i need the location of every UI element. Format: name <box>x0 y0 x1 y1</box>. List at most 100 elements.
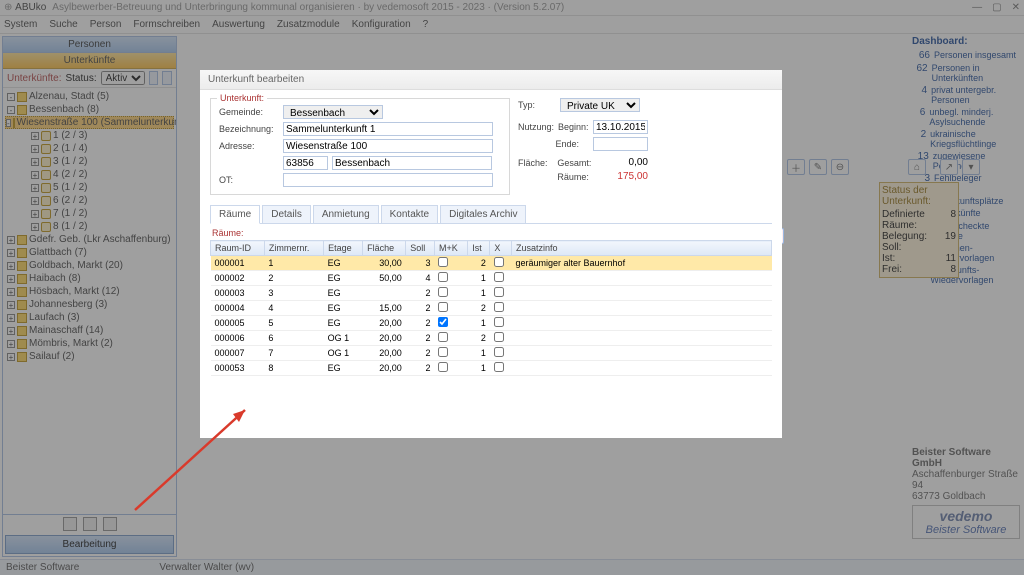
tree-row[interactable]: +Johannesberg (3) <box>5 298 174 311</box>
rooms-row[interactable]: 0000033EG21 <box>211 286 772 301</box>
tree-row[interactable]: +5 (1 / 2) <box>5 181 174 194</box>
ende-input[interactable] <box>593 137 648 151</box>
home-button[interactable]: ⌂ <box>908 159 926 175</box>
tree-row[interactable]: +3 (1 / 2) <box>5 155 174 168</box>
mk-checkbox[interactable] <box>438 302 448 312</box>
tree-row[interactable]: +Sailauf (2) <box>5 350 174 363</box>
expand-all-button[interactable] <box>149 71 159 85</box>
dashboard-item[interactable]: 4privat untergebr. Personen <box>912 85 1020 105</box>
plz-input[interactable] <box>283 156 328 170</box>
rooms-col[interactable]: Fläche <box>363 241 406 256</box>
tab-digitales-archiv[interactable]: Digitales Archiv <box>440 205 526 223</box>
rooms-col[interactable]: M+K <box>434 241 467 256</box>
persons-header[interactable]: Personen <box>3 37 176 53</box>
tab-details[interactable]: Details <box>262 205 311 223</box>
tab-räume[interactable]: Räume <box>210 205 260 224</box>
tree-row[interactable]: -Wiesenstraße 100 (Sammelunterkunft 1)… <box>5 116 174 129</box>
external-button[interactable]: ↗ <box>940 159 958 175</box>
tree-row[interactable]: +Goldbach, Markt (20) <box>5 259 174 272</box>
gesamt-label: Gesamt: <box>557 158 592 168</box>
rooms-col[interactable]: Soll <box>406 241 435 256</box>
tree-action1-button[interactable] <box>63 517 77 531</box>
etagen-edit-button[interactable]: ✎ <box>809 159 827 175</box>
menu-auswertung[interactable]: Auswertung <box>212 19 265 30</box>
window-minimize-button[interactable]: — <box>972 2 982 13</box>
status-select[interactable]: Aktiv <box>101 71 145 85</box>
tree-row[interactable]: -Alzenau, Stadt (5) <box>5 90 174 103</box>
tree-row[interactable]: +Mainaschaff (14) <box>5 324 174 337</box>
mk-checkbox[interactable] <box>438 347 448 357</box>
menu-?[interactable]: ? <box>423 19 429 30</box>
x-checkbox[interactable] <box>494 287 504 297</box>
tree-action2-button[interactable] <box>83 517 97 531</box>
mk-checkbox[interactable] <box>438 332 448 342</box>
rooms-col[interactable]: Raum-ID <box>211 241 265 256</box>
tree-row[interactable]: +Gdefr. Geb. (Lkr Aschaffenburg) <box>5 233 174 246</box>
rooms-col[interactable]: X <box>490 241 512 256</box>
etagen-delete-button[interactable]: ⊖ <box>831 159 849 175</box>
tree-row[interactable]: +Haibach (8) <box>5 272 174 285</box>
mk-checkbox[interactable] <box>438 362 448 372</box>
rooms-row[interactable]: 0000022EG50,0041 <box>211 271 772 286</box>
x-checkbox[interactable] <box>494 362 504 372</box>
tree-row[interactable]: +7 (1 / 2) <box>5 207 174 220</box>
dashboard-item[interactable]: 66Personen insgesamt <box>912 50 1020 61</box>
rooms-col[interactable]: Zimmernr. <box>264 241 323 256</box>
ort-input[interactable] <box>332 156 492 170</box>
rooms-row[interactable]: 0000011EG30,0032geräumiger alter Bauernh… <box>211 256 772 271</box>
window-maximize-button[interactable]: ▢ <box>992 2 1001 13</box>
tab-anmietung[interactable]: Anmietung <box>313 205 379 223</box>
ot-input[interactable] <box>283 173 493 187</box>
tree-row[interactable]: +Mömbris, Markt (2) <box>5 337 174 350</box>
x-checkbox[interactable] <box>494 302 504 312</box>
menu-formschreiben[interactable]: Formschreiben <box>133 19 200 30</box>
menu-suche[interactable]: Suche <box>49 19 77 30</box>
tree-row[interactable]: +Hösbach, Markt (12) <box>5 285 174 298</box>
mk-checkbox[interactable] <box>438 272 448 282</box>
menu-system[interactable]: System <box>4 19 37 30</box>
mk-checkbox[interactable] <box>438 257 448 267</box>
accommodations-header[interactable]: Unterkünfte <box>3 53 176 69</box>
rooms-col[interactable]: Etage <box>324 241 363 256</box>
mk-checkbox[interactable] <box>438 317 448 327</box>
collapse-all-button[interactable] <box>162 71 172 85</box>
rooms-row[interactable]: 0000044EG15,0022 <box>211 301 772 316</box>
window-close-button[interactable]: ✕ <box>1012 2 1020 13</box>
rooms-row[interactable]: 0000055EG20,0021 <box>211 316 772 331</box>
tree-row[interactable]: +Laufach (3) <box>5 311 174 324</box>
etagen-add-button[interactable]: ＋ <box>787 159 805 175</box>
tree-row[interactable]: +8 (1 / 2) <box>5 220 174 233</box>
x-checkbox[interactable] <box>494 347 504 357</box>
dropdown-button[interactable]: ▾ <box>962 159 980 175</box>
rooms-col[interactable]: Ist <box>468 241 490 256</box>
rooms-row[interactable]: 0000066OG 120,0022 <box>211 331 772 346</box>
edit-mode-button[interactable]: Bearbeitung <box>5 535 174 554</box>
mk-checkbox[interactable] <box>438 287 448 297</box>
dashboard-item[interactable]: 62Personen in Unterkünften <box>912 63 1020 83</box>
dashboard-item[interactable]: 2ukrainische Kriegsflüchtlinge <box>912 129 1020 149</box>
x-checkbox[interactable] <box>494 317 504 327</box>
menu-zusatzmodule[interactable]: Zusatzmodule <box>277 19 340 30</box>
beginn-input[interactable] <box>593 120 648 134</box>
tree-row[interactable]: +1 (2 / 3) <box>5 129 174 142</box>
strasse-input[interactable] <box>283 139 493 153</box>
menu-konfiguration[interactable]: Konfiguration <box>352 19 411 30</box>
rooms-row[interactable]: 0000538EG20,0021 <box>211 361 772 376</box>
tree-row[interactable]: +2 (1 / 4) <box>5 142 174 155</box>
tab-kontakte[interactable]: Kontakte <box>381 205 438 223</box>
x-checkbox[interactable] <box>494 332 504 342</box>
tree-row[interactable]: +4 (2 / 2) <box>5 168 174 181</box>
tree-row[interactable]: +Glattbach (7) <box>5 246 174 259</box>
dashboard-item[interactable]: 6unbegl. minderj. Asylsuchende <box>912 107 1020 127</box>
tree-row[interactable]: +6 (2 / 2) <box>5 194 174 207</box>
tree-row[interactable]: -Bessenbach (8) <box>5 103 174 116</box>
rooms-row[interactable]: 0000077OG 120,0021 <box>211 346 772 361</box>
bezeichnung-input[interactable] <box>283 122 493 136</box>
x-checkbox[interactable] <box>494 272 504 282</box>
gemeinde-select[interactable]: Bessenbach <box>283 105 383 119</box>
tree-action3-button[interactable] <box>103 517 117 531</box>
rooms-col[interactable]: Zusatzinfo <box>512 241 772 256</box>
typ-select[interactable]: Private UK <box>560 98 640 112</box>
x-checkbox[interactable] <box>494 257 504 267</box>
menu-person[interactable]: Person <box>90 19 122 30</box>
